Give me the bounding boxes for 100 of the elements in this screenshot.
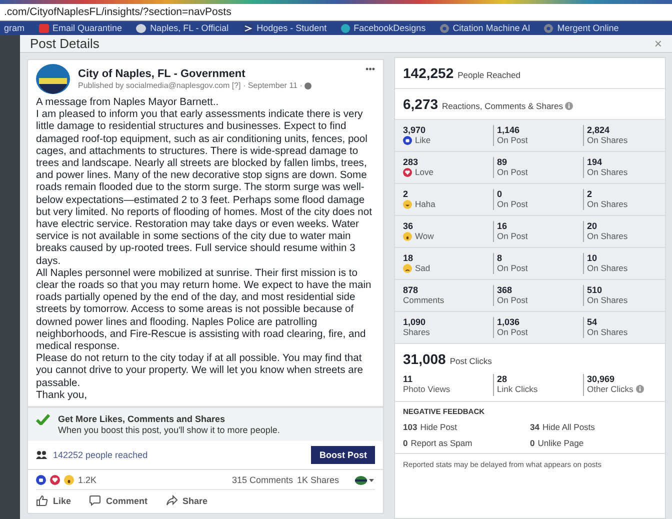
stat-value: 1,036 [497,317,521,327]
stat-value: 2 [587,189,594,199]
stat-label: Photo Views [403,384,450,394]
stat-value: 28 [497,374,508,384]
post-meta: Published by socialmedia@naplesgov.com [?] · September 11 · [78,81,302,90]
engagement-value: 6,273 [403,96,438,112]
stat-label: Like [415,135,431,145]
bookmark-link[interactable]: FacebookDesigns [354,23,426,33]
stat-value: 283 [403,157,420,167]
stat-label: Shares [403,327,430,337]
stat-value: 0 [497,189,504,199]
stat-label: On Shares [587,263,629,273]
post-paragraph: Thank you, [36,390,88,402]
stat-label: Love [415,167,434,177]
circle-icon [340,24,350,32]
feedback-value: 0 [530,438,535,448]
feedback-label: Unlike Page [538,438,584,448]
bookmark-link[interactable]: Email Quarantine [52,23,122,33]
post-action-button[interactable]: Share [166,495,208,506]
people-reached-link[interactable]: 142252 people reached [53,450,148,460]
bookmark-link[interactable]: Hodges - Student [256,23,327,33]
sad-face-icon [403,264,412,272]
reaction-count[interactable]: 1.2K [78,475,97,486]
stat-label: On Shares [587,167,629,177]
stat-value: 510 [587,285,604,295]
stat-label: On Post [497,199,529,209]
bookmark-link[interactable]: Mergent Online [557,23,619,33]
page-avatar-dropdown[interactable] [355,476,375,485]
reach-value: 142,252 [403,65,454,81]
stat-value: 10 [587,253,598,263]
post-action-button[interactable]: Like [36,495,72,506]
feedback-value: 103 [403,422,418,432]
feedback-label: Hide All Posts [542,422,595,432]
stat-value: 194 [587,157,604,167]
feedback-value: 0 [403,438,408,448]
stat-value: 368 [497,285,514,295]
stat-label: Wow [415,231,434,241]
people-icon [36,451,47,460]
stat-label: On Post [497,167,529,177]
stat-label: On Post [497,263,529,273]
stat-value: 8 [497,253,504,263]
surprised-face-icon [64,475,74,486]
stat-label: On Shares [587,295,629,305]
address-bar[interactable]: .com/CityofNaplesFL/insights/?section=navPosts [0,4,672,21]
stat-label: On Post [497,327,529,337]
heart-icon [403,168,412,176]
stat-label: On Shares [587,327,629,337]
more-options-button[interactable]: ••• [366,64,375,74]
surprised-face-icon [403,232,412,240]
stat-label: On Shares [587,135,629,145]
stat-value: 16 [497,221,508,231]
clicks-label: Post Clicks [450,356,492,366]
share-arrow-icon [166,495,178,506]
info-icon[interactable] [636,385,644,393]
stat-value: 54 [587,317,598,327]
page-logo [36,64,70,94]
reach-label: People Reached [458,70,520,80]
boost-post-button[interactable]: Boost Post [311,446,375,464]
post-action-button[interactable]: Comment [89,495,148,506]
share-count[interactable]: 1K Shares [296,475,339,486]
stat-label: On Shares [587,231,629,241]
dialog-title: Post Details [30,36,100,51]
stat-value: 30,969 [587,374,616,384]
post-paragraph: I am pleased to inform you that early assessments indicate there is very little damage to residential structures and businesses. Expect to find damaged roof-top equipment, such as air conditioning units, fences, pool cages, and attachments to structures. There is wide-spread damage to trees and landscape. Nearly all streets are blocked by fallen limbs, trees, and power lines. Many of the new decorative stop signs are down. Some roads remain flooded due to the storm surge. The storm surge was well-below expectations—estimated 2 to 3 feet. Perhaps some flood damage but very limited. No reports of flooding of homes. Most of the city does not have electric service. Restoration may take days or even weeks. Water service is not available in some sections of the city due to water main breaks caused by up-rooted trees. Full service should resume within 3 days. [36,109,373,268]
feedback-value: 34 [530,422,540,432]
laughing-face-icon [403,200,412,208]
post-paragraph: A message from Naples Mayor Barnett.. [36,97,220,110]
comment-count[interactable]: 315 Comments [232,475,293,486]
bookmark-link[interactable]: gram [4,23,25,33]
stat-value: 1,090 [403,317,427,327]
stat-value: 18 [403,253,414,263]
stat-value: 1,146 [497,125,521,135]
post-paragraph: All Naples personnel were mobilized at sunrise. Their first mission is to clear the roads so that you may return home. We expect to have the main roads partially opened by the end of the day, and most residential side streets by tomorrow. Access to some areas is not possible because of downed power lines and flooding. Naples Police are patrolling neighborhoods, and Fire-Rescue is assisting with road clearing, fire, and medical response. [36,268,372,354]
thumbs-up-icon [403,136,412,144]
stat-value: 3,970 [403,125,427,135]
info-icon[interactable] [565,102,573,110]
stat-value: 2 [403,189,410,199]
post-paragraph: Please do not return to the city today if at all possible. You may find that you cannot drive to your property. We will let you know when streets are passable. [36,353,364,390]
engagement-label: Reactions, Comments & Shares [442,101,563,111]
promo-title: Get More Likes, Comments and Shares [58,414,226,424]
stat-label: Link Clicks [497,384,538,394]
stat-value: 2,824 [587,125,611,135]
speech-bubble-icon [89,495,102,506]
stat-value: 89 [497,157,508,167]
thumbs-up-icon [36,495,48,506]
feedback-label: Hide Post [420,422,458,432]
bookmark-link[interactable]: Citation Machine AI [452,23,530,33]
stat-label: Haha [415,199,436,209]
heart-icon [50,475,60,486]
stat-label: Sad [415,263,430,273]
feedback-label: Report as Spam [410,438,472,448]
stat-value: 36 [403,221,414,231]
page-name[interactable]: City of Naples, FL - Government [78,68,358,80]
stat-label: On Post [497,231,529,241]
checkmark-icon [36,414,50,426]
stat-label: On Shares [587,199,629,209]
bookmark-link[interactable]: Naples, FL - Official [150,23,229,33]
thumbs-up-icon [36,475,46,486]
promo-text: When you boost this post, you'll show it to more people. [58,425,280,436]
stat-value: 20 [587,221,598,231]
